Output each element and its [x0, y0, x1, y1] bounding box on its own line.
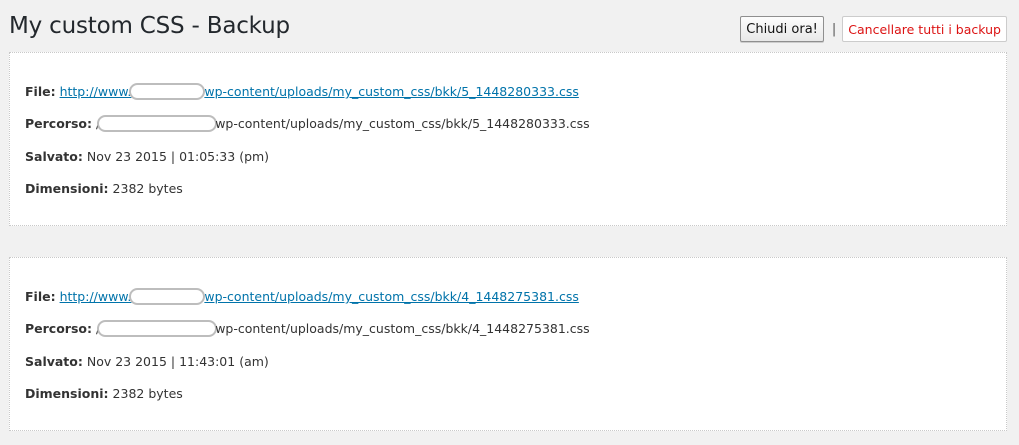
backup-saved-row: Salvato: Nov 23 2015 | 11:43:01 (am) [25, 354, 269, 369]
path-suffix: wp-content/uploads/my_custom_css/bkk/4_1… [215, 321, 590, 336]
redacted-domain-mark [129, 82, 206, 100]
size-value: 2382 bytes [112, 181, 183, 196]
file-url-suffix: wp-content/uploads/my_custom_css/bkk/5_1… [204, 84, 579, 99]
size-label: Dimensioni: [25, 386, 109, 401]
backup-card: File: http://www. wp-content/uploads/my_c… [9, 257, 1007, 431]
redacted-domain-mark [129, 287, 206, 305]
close-now-button[interactable]: Chiudi ora! [740, 16, 824, 42]
backup-path-row: Percorso: /wp-content/uploads/my_custom_… [25, 114, 590, 132]
redacted-path-mark [97, 114, 218, 132]
file-url-suffix: wp-content/uploads/my_custom_css/bkk/4_1… [204, 289, 579, 304]
backup-card: File: http://www. wp-content/uploads/my_c… [9, 52, 1007, 226]
backup-file-row: File: http://www. wp-content/uploads/my_c… [25, 287, 579, 305]
backup-size-row: Dimensioni: 2382 bytes [25, 181, 183, 196]
redacted-path-mark [97, 319, 218, 337]
backup-saved-row: Salvato: Nov 23 2015 | 01:05:33 (pm) [25, 149, 269, 164]
backup-path-row: Percorso: /wp-content/uploads/my_custom_… [25, 319, 590, 337]
path-suffix: wp-content/uploads/my_custom_css/bkk/5_1… [215, 116, 590, 131]
actions-separator: | [831, 21, 837, 37]
saved-value: Nov 23 2015 | 01:05:33 (pm) [86, 149, 270, 164]
header-actions: Chiudi ora! | Cancellare tutti i backup [740, 16, 1007, 42]
file-url-prefix: http://www. [59, 289, 132, 304]
path-label: Percorso: [25, 116, 92, 131]
backup-size-row: Dimensioni: 2382 bytes [25, 386, 183, 401]
saved-value: Nov 23 2015 | 11:43:01 (am) [86, 354, 269, 369]
file-url-prefix: http://www. [59, 84, 132, 99]
saved-label: Salvato: [25, 149, 83, 164]
page-title: My custom CSS - Backup [9, 13, 290, 39]
size-label: Dimensioni: [25, 181, 109, 196]
path-label: Percorso: [25, 321, 92, 336]
file-label: File: [25, 289, 56, 304]
backup-file-row: File: http://www. wp-content/uploads/my_c… [25, 82, 579, 100]
delete-all-backups-button[interactable]: Cancellare tutti i backup [842, 16, 1007, 42]
backup-file-link[interactable]: http://www. wp-content/uploads/my_custom_… [59, 287, 579, 305]
saved-label: Salvato: [25, 354, 83, 369]
file-label: File: [25, 84, 56, 99]
size-value: 2382 bytes [112, 386, 183, 401]
backup-file-link[interactable]: http://www. wp-content/uploads/my_custom_… [59, 82, 579, 100]
